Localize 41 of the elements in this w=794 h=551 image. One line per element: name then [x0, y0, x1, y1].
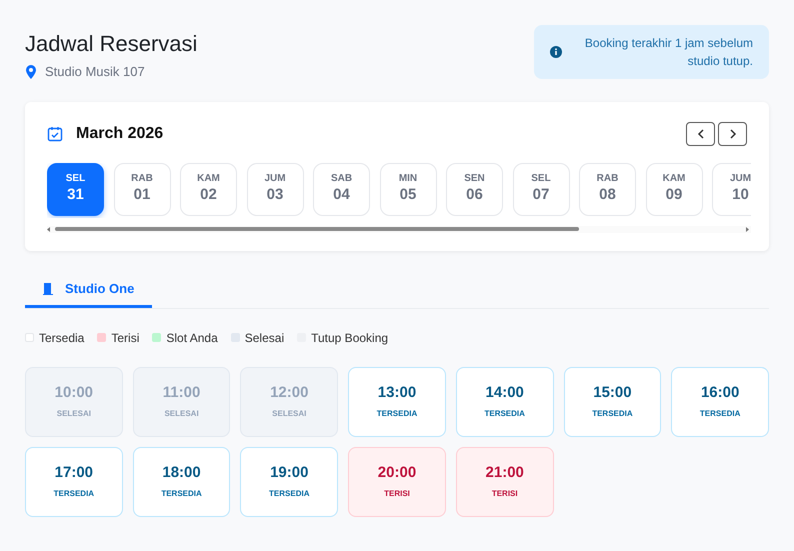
legend-label: Selesai — [244, 330, 284, 346]
scroll-left-icon[interactable] — [47, 226, 51, 232]
day-button[interactable]: SEL 07 — [512, 162, 570, 216]
studio-tab[interactable]: Studio One — [25, 274, 152, 308]
chevron-left-icon — [696, 128, 704, 138]
day-button[interactable]: JUM 03 — [246, 162, 304, 216]
page-title: Jadwal Reservasi — [25, 30, 198, 58]
next-button[interactable] — [718, 122, 747, 146]
scroll-right-icon[interactable] — [745, 226, 749, 232]
horizontal-scrollbar[interactable] — [47, 226, 751, 232]
day-button[interactable]: KAM 09 — [646, 162, 702, 216]
legend-label: Slot Anda — [166, 330, 218, 346]
time-slot[interactable]: 17:00 TERSEDIA — [25, 446, 123, 516]
chevron-right-icon — [728, 128, 736, 138]
info-icon — [550, 46, 562, 58]
day-button[interactable]: JUM 10 — [712, 162, 751, 216]
time-slot[interactable]: 20:00 TERISI — [348, 446, 446, 516]
time-slot[interactable]: 21:00 TERISI — [456, 446, 554, 516]
day-button[interactable]: RAB 01 — [114, 162, 170, 216]
location-text: Studio Musik 107 — [45, 63, 145, 81]
day-button[interactable]: RAB 08 — [579, 162, 636, 216]
time-slot[interactable]: 14:00 TERSEDIA — [456, 366, 554, 436]
day-button[interactable]: SEL 31 — [47, 162, 104, 216]
legend-label: Tutup Booking — [311, 330, 388, 346]
time-slot[interactable]: 15:00 TERSEDIA — [564, 366, 662, 436]
time-slot[interactable]: 18:00 TERSEDIA — [132, 446, 230, 516]
previous-button[interactable] — [686, 122, 715, 146]
time-slot[interactable]: 19:00 TERSEDIA — [240, 446, 338, 516]
legend-label: Terisi — [111, 330, 140, 346]
info-notice: Booking terakhir 1 jam sebelum studio tutup. — [534, 25, 769, 79]
time-slot[interactable]: 16:00 TERSEDIA — [671, 366, 769, 436]
day-button[interactable]: SAB 04 — [313, 162, 370, 216]
month-title: March 2026 — [76, 124, 164, 144]
time-slot[interactable]: 13:00 TERSEDIA — [348, 366, 446, 436]
calendar-check-icon — [47, 126, 63, 142]
legend-label: Tersedia — [39, 330, 84, 346]
location-pin-icon — [25, 64, 37, 79]
day-button[interactable]: KAM 02 — [180, 162, 237, 216]
door-icon — [43, 283, 53, 295]
day-button[interactable]: SEN 06 — [446, 162, 503, 216]
day-button[interactable]: MIN 05 — [380, 162, 436, 216]
